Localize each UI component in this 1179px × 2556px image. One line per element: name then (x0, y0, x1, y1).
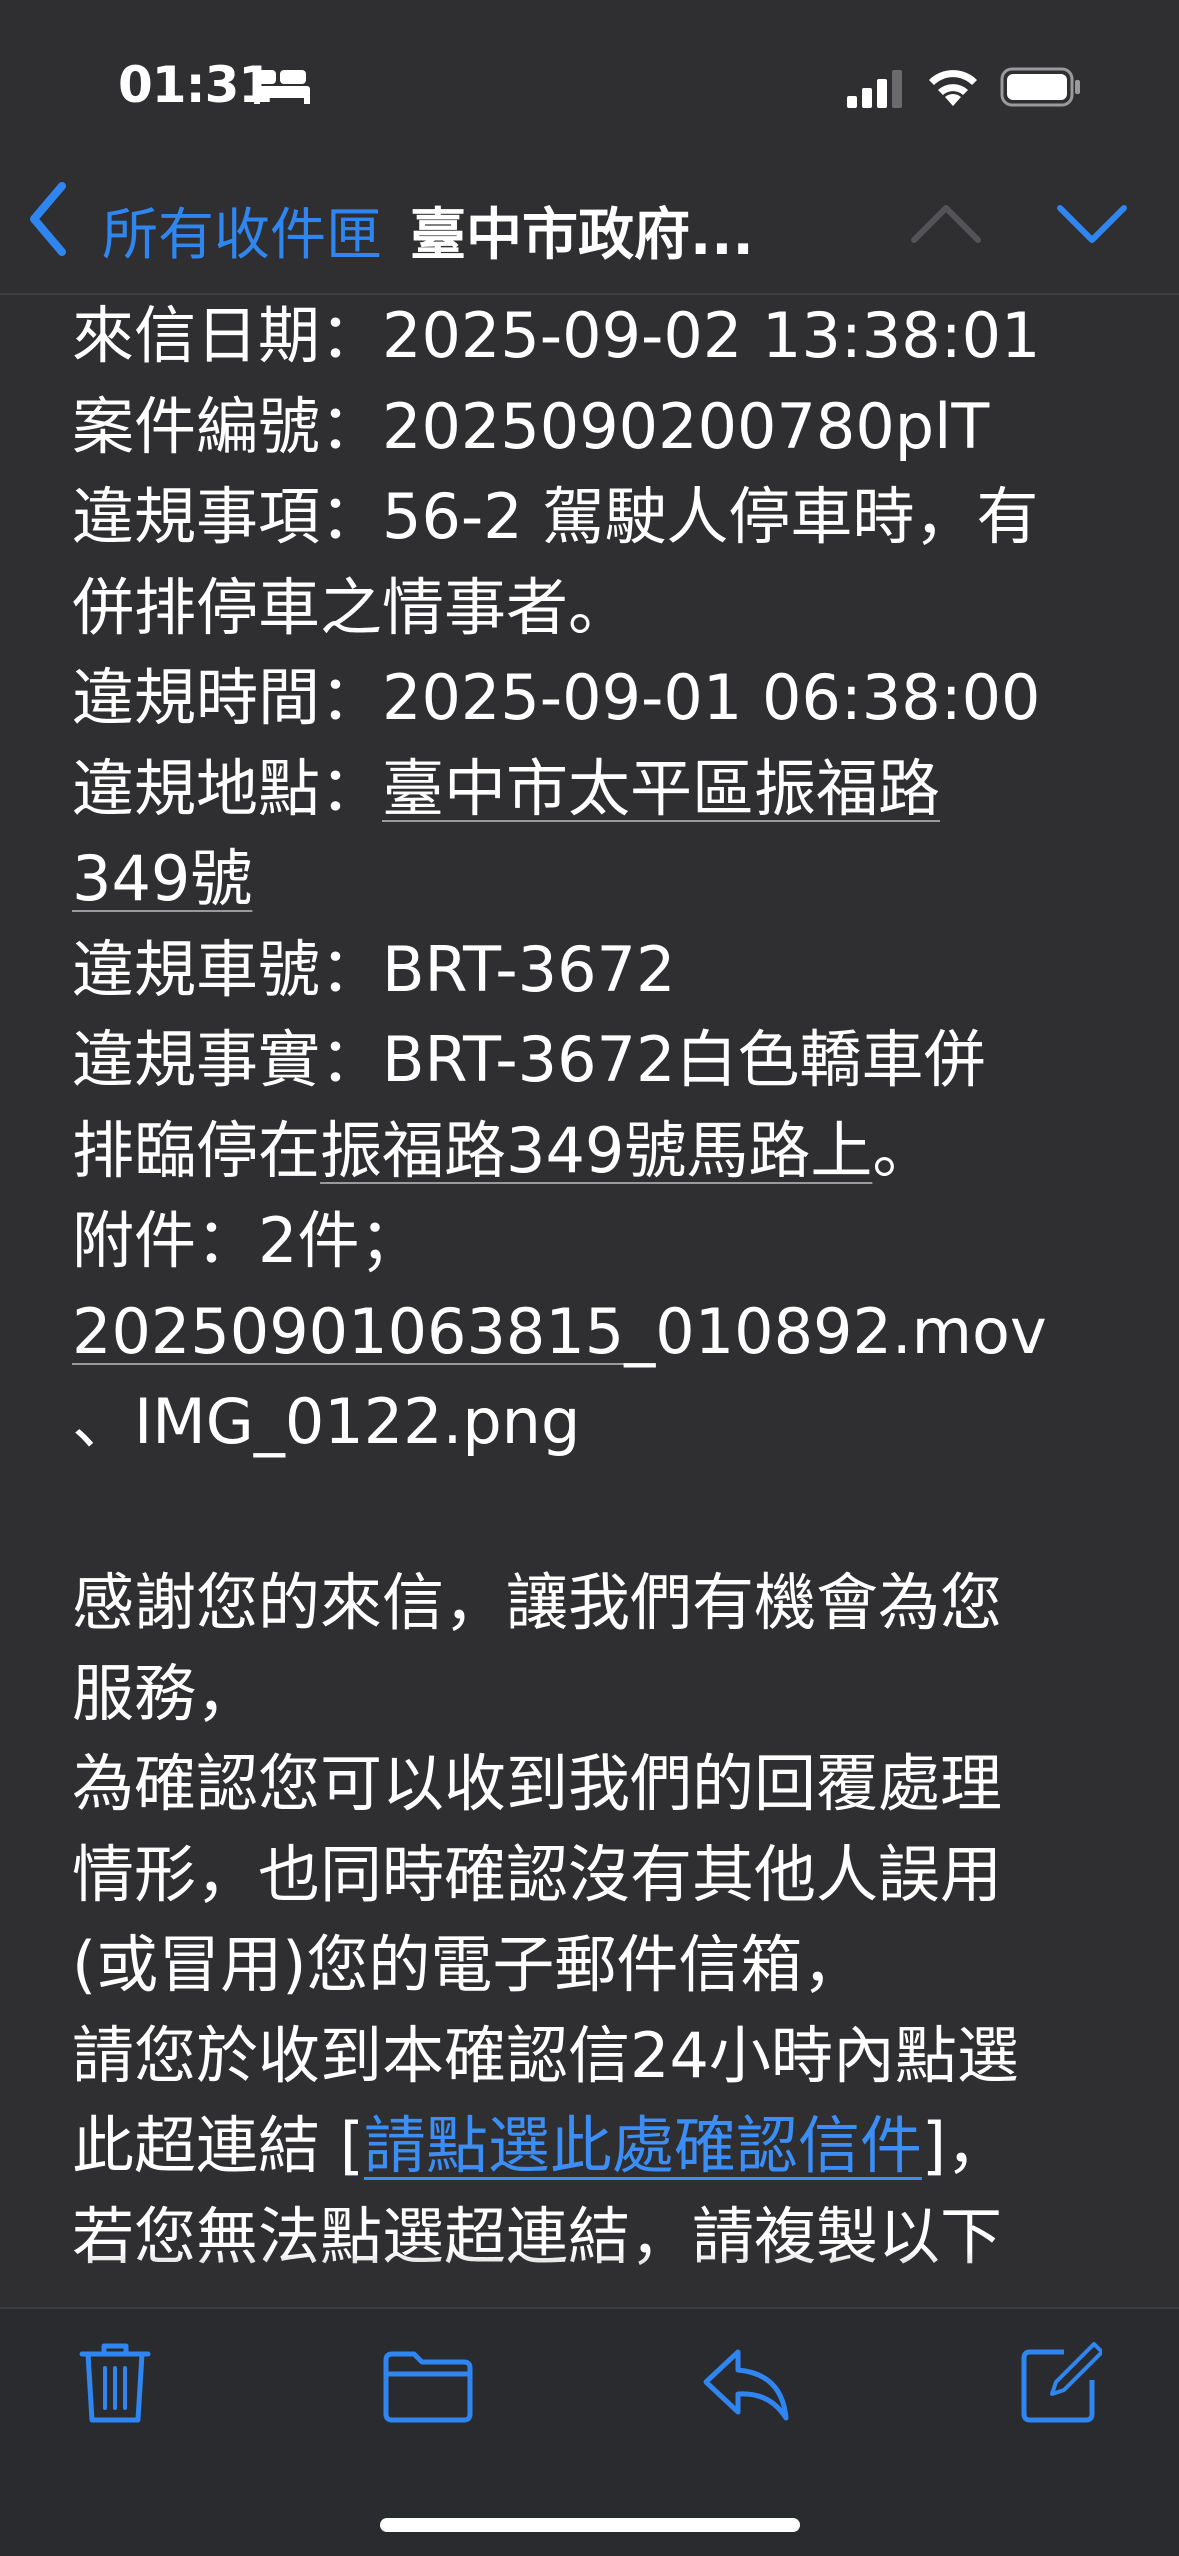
bed-icon (254, 70, 310, 104)
chevron-left-icon[interactable] (24, 178, 72, 260)
fact-line: 違規事實：BRT-3672白色轎車併 (72, 1023, 986, 1096)
home-indicator[interactable] (380, 2518, 800, 2532)
wifi-icon (929, 70, 977, 106)
fact-text: 排臨停在 (72, 1113, 321, 1187)
attachment-line: 附件：2件； (72, 1204, 422, 1277)
location-prefix: 違規地點： (72, 751, 383, 825)
reply-icon[interactable] (700, 2344, 792, 2424)
plate-line: 違規車號：BRT-3672 (72, 932, 676, 1006)
trash-icon[interactable] (78, 2340, 152, 2426)
confirm-line: 情形，也同時確認沒有其他人誤用 (72, 1837, 1003, 1911)
status-time: 01:31 (118, 56, 273, 114)
violation-item-line: 違規事項：56-2 駕駛人停車時，有 (72, 480, 1039, 553)
thanks-line: 感謝您的來信，讓我們有機會為您 (72, 1566, 1003, 1639)
attachment-number-link[interactable]: 20250901063815 (72, 1295, 624, 1368)
email-body[interactable]: 來信日期：2025-09-02 13:38:01 案件編號：2025090200… (0, 295, 1179, 2307)
confirm-email-link[interactable]: 請點選此處確認信件 (364, 2109, 922, 2182)
violation-item-line: 併排停車之情事者。 (72, 570, 631, 644)
location-line: 違規地點：臺中市太平區振福路 (72, 744, 1132, 835)
back-button[interactable]: 所有收件匣 (102, 190, 382, 271)
date-line: 來信日期：2025-09-02 13:38:01 (72, 299, 1041, 372)
location-address-link[interactable]: 臺中市太平區振福路 (382, 752, 940, 825)
confirm-line: 請您於收到本確認信24小時內點選 (72, 2018, 1019, 2092)
fact-line: 排臨停在振福路349號馬路上。 (72, 1106, 1132, 1197)
email-text: 來信日期：2025-09-02 13:38:01 案件編號：2025090200… (72, 295, 1132, 2282)
location-address-link[interactable]: 349號 (72, 842, 252, 915)
attachment-line: 、IMG_0122.png (72, 1385, 581, 1458)
folder-icon[interactable] (382, 2348, 474, 2424)
chevron-down-icon[interactable] (1054, 200, 1130, 248)
thanks-line: 服務， (72, 1656, 259, 1730)
fact-text: 。 (872, 1113, 935, 1187)
attachment-line: 20250901063815_010892.mov (72, 1287, 1132, 1378)
attachment-text: _010892.mov (624, 1294, 1047, 1368)
confirm-line: 為確認您可以收到我們的回覆處理 (72, 1747, 1003, 1820)
location-line: 349號 (72, 834, 1132, 925)
case-line: 案件編號：2025090200780plT (72, 389, 990, 463)
confirm-line: 此超連結 [請點選此處確認信件]， (72, 2101, 1132, 2192)
confirm-text: ]， (921, 2109, 1009, 2182)
status-bar: 01:31 (0, 0, 1179, 170)
battery-icon (1000, 67, 1080, 107)
compose-icon[interactable] (1020, 2340, 1102, 2424)
scroll-fade (0, 2250, 1179, 2308)
page-title: 臺中市政府... (410, 203, 754, 268)
chevron-up-icon[interactable] (908, 200, 984, 248)
confirm-text: 此超連結 [ (72, 2109, 364, 2182)
fact-address-link[interactable]: 振福路349號馬路上 (320, 1114, 872, 1187)
violation-time-line: 違規時間：2025-09-01 06:38:00 (72, 661, 1041, 734)
confirm-line: (或冒用)您的電子郵件信箱， (72, 1928, 865, 2001)
signal-icon (847, 70, 902, 108)
